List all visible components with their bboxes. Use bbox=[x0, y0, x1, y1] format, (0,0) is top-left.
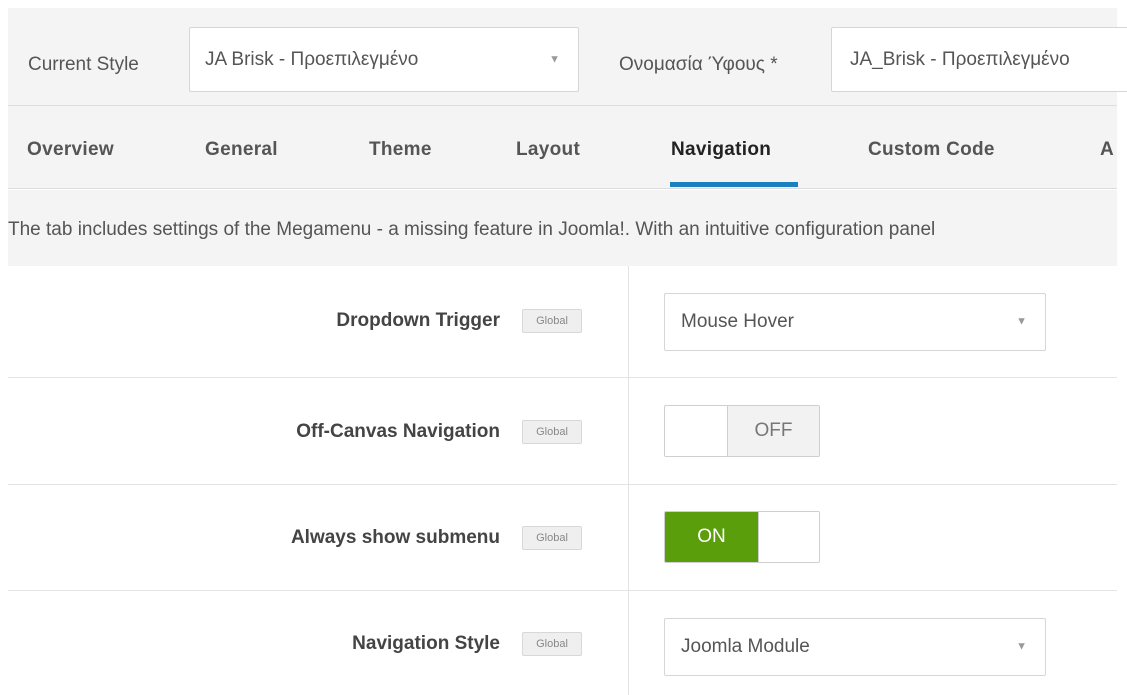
tab-layout[interactable]: Layout bbox=[516, 139, 580, 161]
style-name-input[interactable]: JA_Brisk - Προεπιλεγμένο bbox=[831, 27, 1127, 92]
row-divider bbox=[8, 484, 1117, 485]
chevron-down-icon: ▼ bbox=[1016, 315, 1027, 328]
current-style-label: Current Style bbox=[28, 54, 139, 75]
row-divider bbox=[8, 590, 1117, 591]
style-name-label: Ονομασία Ύφους * bbox=[619, 54, 778, 75]
tab-navigation[interactable]: Navigation bbox=[671, 139, 771, 161]
always-show-submenu-toggle[interactable]: ON bbox=[664, 511, 820, 563]
always-show-submenu-global-badge: Global bbox=[522, 526, 582, 550]
toggle-knob bbox=[758, 512, 819, 562]
tab-bar: Overview General Theme Layout Navigation… bbox=[8, 106, 1117, 189]
row-divider bbox=[8, 377, 1117, 378]
tab-truncated[interactable]: A bbox=[1100, 139, 1114, 161]
dropdown-trigger-select[interactable]: Mouse Hover ▼ bbox=[664, 293, 1046, 351]
current-style-value: JA Brisk - Προεπιλεγμένο bbox=[205, 48, 419, 70]
tab-description: The tab includes settings of the Megamen… bbox=[8, 190, 1117, 266]
always-show-submenu-label: Always show submenu bbox=[290, 527, 500, 548]
off-canvas-navigation-label: Off-Canvas Navigation bbox=[296, 421, 500, 442]
navigation-style-select[interactable]: Joomla Module ▼ bbox=[664, 618, 1046, 676]
off-canvas-toggle-state: OFF bbox=[728, 406, 819, 456]
dropdown-trigger-label: Dropdown Trigger bbox=[336, 310, 500, 331]
tab-description-text: The tab includes settings of the Megamen… bbox=[8, 219, 936, 240]
current-style-select[interactable]: JA Brisk - Προεπιλεγμένο ▼ bbox=[189, 27, 579, 92]
chevron-down-icon: ▼ bbox=[549, 52, 560, 65]
tab-general[interactable]: General bbox=[205, 139, 278, 161]
chevron-down-icon: ▼ bbox=[1016, 640, 1027, 653]
active-tab-indicator bbox=[670, 182, 798, 187]
off-canvas-global-badge: Global bbox=[522, 420, 582, 444]
always-show-submenu-toggle-state: ON bbox=[665, 512, 758, 562]
tab-custom-code[interactable]: Custom Code bbox=[868, 139, 995, 161]
column-divider bbox=[628, 266, 629, 695]
style-name-value: JA_Brisk - Προεπιλεγμένο bbox=[850, 48, 1070, 70]
off-canvas-toggle[interactable]: OFF bbox=[664, 405, 820, 457]
tab-overview[interactable]: Overview bbox=[27, 139, 114, 161]
tab-theme[interactable]: Theme bbox=[369, 139, 432, 161]
style-header-bar: Current Style JA Brisk - Προεπιλεγμένο ▼… bbox=[8, 8, 1127, 106]
navigation-style-label: Navigation Style bbox=[352, 633, 500, 654]
dropdown-trigger-value: Mouse Hover bbox=[681, 311, 794, 332]
navigation-style-value: Joomla Module bbox=[681, 636, 810, 657]
dropdown-trigger-global-badge: Global bbox=[522, 309, 582, 333]
toggle-knob bbox=[665, 406, 728, 456]
navigation-style-global-badge: Global bbox=[522, 632, 582, 656]
